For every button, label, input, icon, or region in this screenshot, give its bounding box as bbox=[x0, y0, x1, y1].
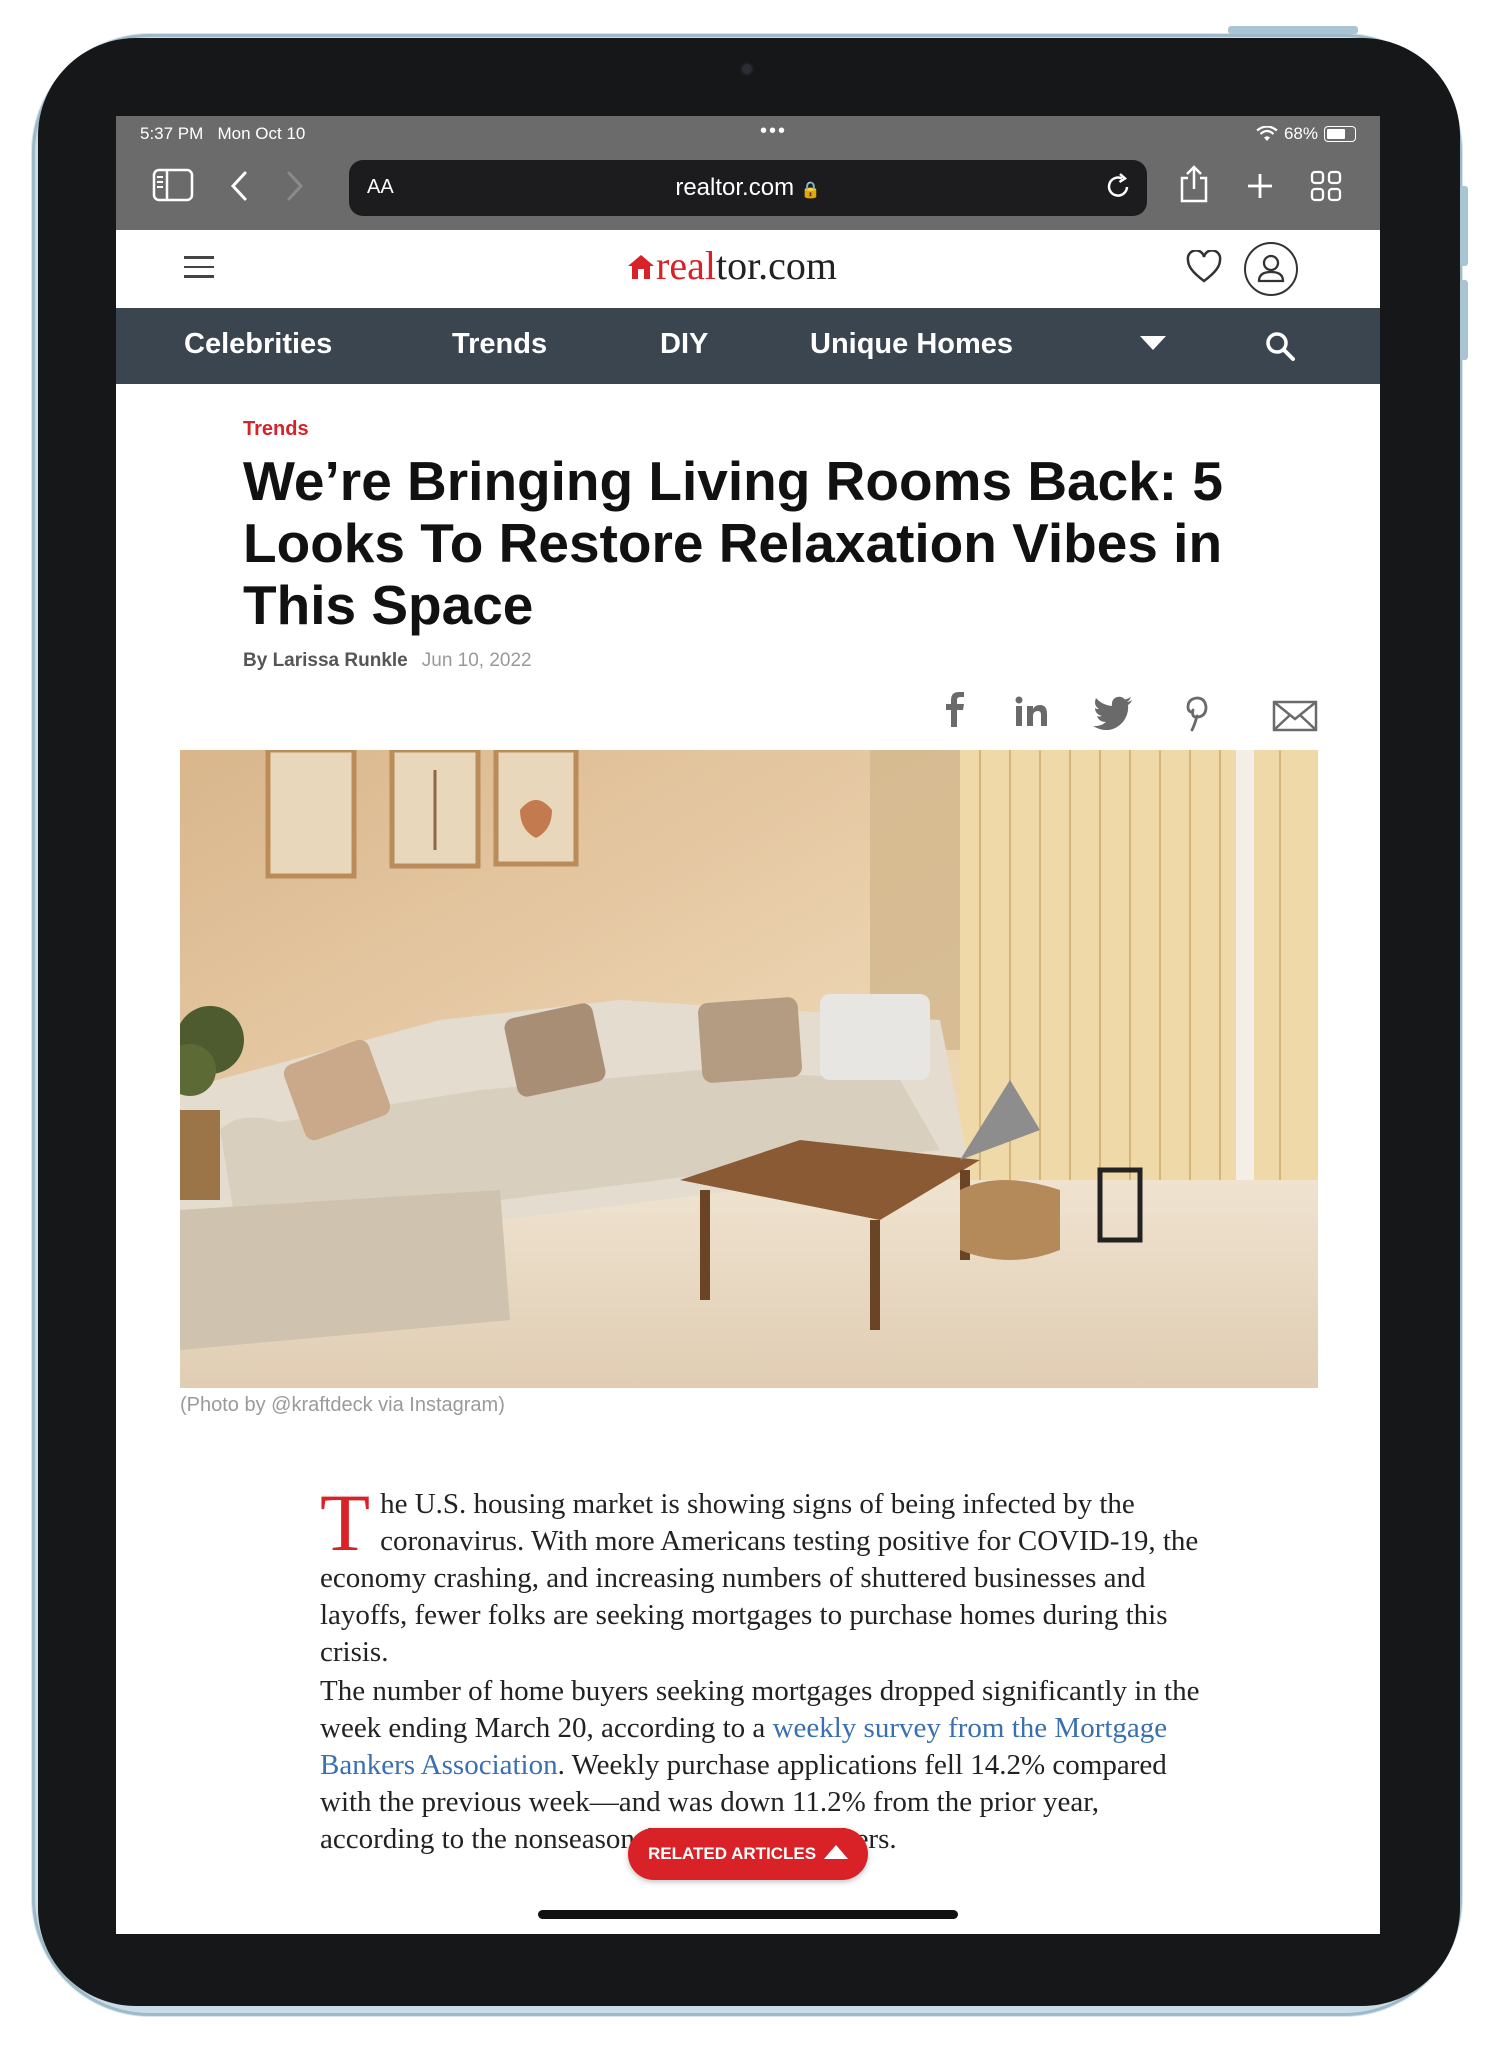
article-headline: We’re Bringing Living Rooms Back: 5 Look… bbox=[243, 450, 1223, 636]
nav-celebrities[interactable]: Celebrities bbox=[184, 328, 332, 361]
publish-date: Jun 10, 2022 bbox=[421, 650, 532, 671]
tabs-overview-icon[interactable] bbox=[1310, 170, 1342, 202]
facebook-icon[interactable] bbox=[942, 690, 966, 728]
lock-icon: 🔒 bbox=[800, 182, 821, 199]
share-icon[interactable] bbox=[1178, 164, 1210, 204]
battery-icon bbox=[1324, 126, 1356, 142]
multitasking-dots[interactable]: ••• bbox=[760, 120, 787, 143]
status-time: 5:37 PM Mon Oct 10 bbox=[140, 124, 306, 143]
user-icon bbox=[1257, 254, 1285, 283]
search-icon[interactable] bbox=[1264, 330, 1296, 362]
status-right: 68% bbox=[1256, 124, 1356, 144]
drop-cap: T bbox=[320, 1477, 371, 1568]
photo-caption: (Photo by @kraftdeck via Instagram) bbox=[180, 1394, 505, 1416]
home-indicator[interactable] bbox=[538, 1910, 958, 1919]
nav-more-dropdown-icon[interactable] bbox=[1140, 336, 1166, 350]
paragraph-1: he U.S. housing market is showing signs … bbox=[320, 1488, 1199, 1668]
realtor-logo[interactable]: realtor.com bbox=[626, 242, 837, 289]
volume-down-button bbox=[1460, 280, 1468, 360]
site-header: realtor.com bbox=[116, 230, 1380, 308]
screen: 5:37 PM Mon Oct 10 ••• 68% AA realtor.co… bbox=[116, 116, 1380, 1934]
volume-up-button bbox=[1460, 186, 1468, 266]
chevron-up-icon bbox=[824, 1845, 848, 1859]
menu-icon[interactable] bbox=[184, 256, 214, 278]
nav-trends[interactable]: Trends bbox=[452, 328, 547, 361]
safari-toolbar: 5:37 PM Mon Oct 10 ••• 68% AA realtor.co… bbox=[116, 116, 1380, 230]
back-icon[interactable] bbox=[228, 170, 250, 202]
nav-diy[interactable]: DIY bbox=[660, 328, 708, 361]
related-articles-label: RELATED ARTICLES bbox=[648, 1844, 817, 1863]
logo-rest: tor.com bbox=[715, 243, 838, 288]
article-body: The U.S. housing market is showing signs… bbox=[320, 1477, 1200, 1858]
nav-unique-homes[interactable]: Unique Homes bbox=[810, 328, 1013, 361]
battery-percent: 68% bbox=[1283, 124, 1318, 143]
address-url[interactable]: realtor.com 🔒 bbox=[349, 174, 1147, 202]
wifi-icon bbox=[1256, 126, 1278, 141]
email-icon[interactable] bbox=[1272, 700, 1318, 732]
house-logo-icon bbox=[628, 255, 654, 279]
status-bar: 5:37 PM Mon Oct 10 ••• 68% bbox=[140, 120, 1356, 146]
top-button bbox=[1228, 26, 1358, 34]
logo-real: real bbox=[656, 243, 716, 288]
author[interactable]: By Larissa Runkle bbox=[243, 650, 408, 671]
new-tab-icon[interactable] bbox=[1246, 172, 1274, 200]
article-category[interactable]: Trends bbox=[243, 418, 309, 441]
section-nav: Celebrities Trends DIY Unique Homes bbox=[116, 308, 1380, 384]
related-articles-button[interactable]: RELATED ARTICLES bbox=[628, 1828, 868, 1880]
address-bar[interactable]: AA realtor.com 🔒 bbox=[349, 160, 1147, 216]
front-camera bbox=[742, 64, 752, 74]
twitter-icon[interactable] bbox=[1092, 696, 1134, 730]
account-button[interactable] bbox=[1244, 242, 1298, 296]
hero-photo-living-room bbox=[180, 750, 1318, 1388]
reload-icon[interactable] bbox=[1105, 170, 1133, 200]
sidebar-icon[interactable] bbox=[152, 168, 194, 202]
heart-icon[interactable] bbox=[1186, 250, 1222, 284]
byline: By Larissa Runkle Jun 10, 2022 bbox=[243, 650, 532, 672]
pinterest-icon[interactable] bbox=[1184, 694, 1214, 732]
linkedin-icon[interactable] bbox=[1014, 696, 1050, 728]
forward-icon[interactable] bbox=[284, 170, 306, 202]
